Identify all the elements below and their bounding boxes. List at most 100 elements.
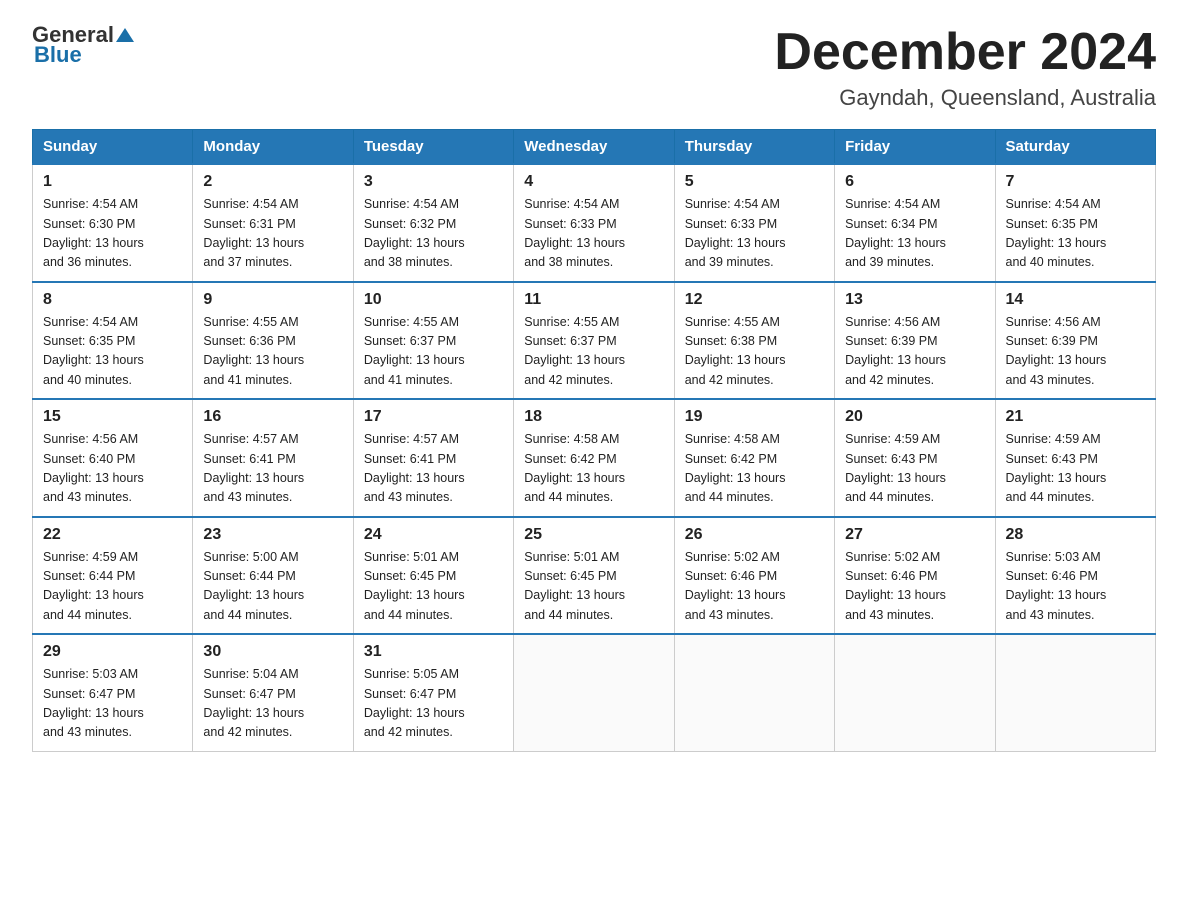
day-info: Sunrise: 4:57 AM Sunset: 6:41 PM Dayligh… xyxy=(203,430,342,508)
calendar-cell: 14 Sunrise: 4:56 AM Sunset: 6:39 PM Dayl… xyxy=(995,282,1155,400)
day-info: Sunrise: 4:54 AM Sunset: 6:35 PM Dayligh… xyxy=(1006,195,1145,273)
day-number: 22 xyxy=(43,526,182,544)
calendar-cell: 10 Sunrise: 4:55 AM Sunset: 6:37 PM Dayl… xyxy=(353,282,513,400)
day-number: 14 xyxy=(1006,291,1145,309)
calendar-cell: 1 Sunrise: 4:54 AM Sunset: 6:30 PM Dayli… xyxy=(33,164,193,282)
location-subtitle: Gayndah, Queensland, Australia xyxy=(774,85,1156,111)
day-number: 31 xyxy=(364,643,503,661)
week-row-1: 1 Sunrise: 4:54 AM Sunset: 6:30 PM Dayli… xyxy=(33,164,1156,282)
day-info: Sunrise: 5:03 AM Sunset: 6:47 PM Dayligh… xyxy=(43,665,182,743)
calendar-cell: 4 Sunrise: 4:54 AM Sunset: 6:33 PM Dayli… xyxy=(514,164,674,282)
calendar-cell: 6 Sunrise: 4:54 AM Sunset: 6:34 PM Dayli… xyxy=(835,164,995,282)
day-number: 5 xyxy=(685,173,824,191)
day-info: Sunrise: 4:55 AM Sunset: 6:37 PM Dayligh… xyxy=(524,313,663,391)
day-number: 12 xyxy=(685,291,824,309)
week-row-4: 22 Sunrise: 4:59 AM Sunset: 6:44 PM Dayl… xyxy=(33,517,1156,635)
day-number: 10 xyxy=(364,291,503,309)
logo: General Blue xyxy=(32,24,136,68)
day-number: 21 xyxy=(1006,408,1145,426)
day-info: Sunrise: 5:01 AM Sunset: 6:45 PM Dayligh… xyxy=(364,548,503,626)
day-number: 11 xyxy=(524,291,663,309)
day-number: 29 xyxy=(43,643,182,661)
day-number: 26 xyxy=(685,526,824,544)
calendar-cell: 2 Sunrise: 4:54 AM Sunset: 6:31 PM Dayli… xyxy=(193,164,353,282)
day-number: 7 xyxy=(1006,173,1145,191)
calendar-cell xyxy=(674,634,834,751)
day-header-sunday: Sunday xyxy=(33,130,193,165)
day-number: 28 xyxy=(1006,526,1145,544)
day-info: Sunrise: 4:59 AM Sunset: 6:43 PM Dayligh… xyxy=(845,430,984,508)
day-info: Sunrise: 4:54 AM Sunset: 6:33 PM Dayligh… xyxy=(685,195,824,273)
day-number: 3 xyxy=(364,173,503,191)
day-number: 19 xyxy=(685,408,824,426)
calendar-cell: 23 Sunrise: 5:00 AM Sunset: 6:44 PM Dayl… xyxy=(193,517,353,635)
calendar-cell: 25 Sunrise: 5:01 AM Sunset: 6:45 PM Dayl… xyxy=(514,517,674,635)
calendar-cell: 20 Sunrise: 4:59 AM Sunset: 6:43 PM Dayl… xyxy=(835,399,995,517)
day-number: 27 xyxy=(845,526,984,544)
day-info: Sunrise: 4:54 AM Sunset: 6:35 PM Dayligh… xyxy=(43,313,182,391)
calendar-cell: 29 Sunrise: 5:03 AM Sunset: 6:47 PM Dayl… xyxy=(33,634,193,751)
calendar-cell xyxy=(514,634,674,751)
day-info: Sunrise: 5:00 AM Sunset: 6:44 PM Dayligh… xyxy=(203,548,342,626)
day-info: Sunrise: 4:56 AM Sunset: 6:39 PM Dayligh… xyxy=(845,313,984,391)
day-info: Sunrise: 4:55 AM Sunset: 6:37 PM Dayligh… xyxy=(364,313,503,391)
day-number: 1 xyxy=(43,173,182,191)
day-info: Sunrise: 5:04 AM Sunset: 6:47 PM Dayligh… xyxy=(203,665,342,743)
logo-blue-text: Blue xyxy=(34,42,82,68)
day-number: 15 xyxy=(43,408,182,426)
day-number: 20 xyxy=(845,408,984,426)
calendar-cell: 15 Sunrise: 4:56 AM Sunset: 6:40 PM Dayl… xyxy=(33,399,193,517)
calendar-cell: 7 Sunrise: 4:54 AM Sunset: 6:35 PM Dayli… xyxy=(995,164,1155,282)
page-header: General Blue December 2024 Gayndah, Quee… xyxy=(32,24,1156,111)
day-info: Sunrise: 4:57 AM Sunset: 6:41 PM Dayligh… xyxy=(364,430,503,508)
calendar-cell: 13 Sunrise: 4:56 AM Sunset: 6:39 PM Dayl… xyxy=(835,282,995,400)
day-info: Sunrise: 4:56 AM Sunset: 6:40 PM Dayligh… xyxy=(43,430,182,508)
day-info: Sunrise: 5:03 AM Sunset: 6:46 PM Dayligh… xyxy=(1006,548,1145,626)
calendar-table: SundayMondayTuesdayWednesdayThursdayFrid… xyxy=(32,129,1156,752)
day-info: Sunrise: 4:56 AM Sunset: 6:39 PM Dayligh… xyxy=(1006,313,1145,391)
day-header-tuesday: Tuesday xyxy=(353,130,513,165)
week-row-2: 8 Sunrise: 4:54 AM Sunset: 6:35 PM Dayli… xyxy=(33,282,1156,400)
day-number: 2 xyxy=(203,173,342,191)
day-info: Sunrise: 5:02 AM Sunset: 6:46 PM Dayligh… xyxy=(845,548,984,626)
calendar-cell: 5 Sunrise: 4:54 AM Sunset: 6:33 PM Dayli… xyxy=(674,164,834,282)
calendar-cell: 31 Sunrise: 5:05 AM Sunset: 6:47 PM Dayl… xyxy=(353,634,513,751)
calendar-cell: 12 Sunrise: 4:55 AM Sunset: 6:38 PM Dayl… xyxy=(674,282,834,400)
logo-triangle-icon xyxy=(114,24,136,46)
calendar-cell: 24 Sunrise: 5:01 AM Sunset: 6:45 PM Dayl… xyxy=(353,517,513,635)
month-title: December 2024 xyxy=(774,24,1156,81)
calendar-cell: 17 Sunrise: 4:57 AM Sunset: 6:41 PM Dayl… xyxy=(353,399,513,517)
day-number: 23 xyxy=(203,526,342,544)
day-info: Sunrise: 4:54 AM Sunset: 6:34 PM Dayligh… xyxy=(845,195,984,273)
day-header-friday: Friday xyxy=(835,130,995,165)
day-info: Sunrise: 5:05 AM Sunset: 6:47 PM Dayligh… xyxy=(364,665,503,743)
calendar-cell: 30 Sunrise: 5:04 AM Sunset: 6:47 PM Dayl… xyxy=(193,634,353,751)
day-info: Sunrise: 4:59 AM Sunset: 6:43 PM Dayligh… xyxy=(1006,430,1145,508)
calendar-cell: 22 Sunrise: 4:59 AM Sunset: 6:44 PM Dayl… xyxy=(33,517,193,635)
day-number: 24 xyxy=(364,526,503,544)
day-number: 8 xyxy=(43,291,182,309)
day-info: Sunrise: 4:58 AM Sunset: 6:42 PM Dayligh… xyxy=(685,430,824,508)
day-info: Sunrise: 4:59 AM Sunset: 6:44 PM Dayligh… xyxy=(43,548,182,626)
calendar-cell: 11 Sunrise: 4:55 AM Sunset: 6:37 PM Dayl… xyxy=(514,282,674,400)
calendar-cell xyxy=(995,634,1155,751)
calendar-cell: 19 Sunrise: 4:58 AM Sunset: 6:42 PM Dayl… xyxy=(674,399,834,517)
calendar-cell: 8 Sunrise: 4:54 AM Sunset: 6:35 PM Dayli… xyxy=(33,282,193,400)
calendar-cell: 21 Sunrise: 4:59 AM Sunset: 6:43 PM Dayl… xyxy=(995,399,1155,517)
day-number: 6 xyxy=(845,173,984,191)
day-info: Sunrise: 4:54 AM Sunset: 6:32 PM Dayligh… xyxy=(364,195,503,273)
day-info: Sunrise: 5:02 AM Sunset: 6:46 PM Dayligh… xyxy=(685,548,824,626)
calendar-cell: 16 Sunrise: 4:57 AM Sunset: 6:41 PM Dayl… xyxy=(193,399,353,517)
calendar-cell: 9 Sunrise: 4:55 AM Sunset: 6:36 PM Dayli… xyxy=(193,282,353,400)
day-header-saturday: Saturday xyxy=(995,130,1155,165)
day-number: 17 xyxy=(364,408,503,426)
week-row-5: 29 Sunrise: 5:03 AM Sunset: 6:47 PM Dayl… xyxy=(33,634,1156,751)
day-number: 4 xyxy=(524,173,663,191)
day-number: 9 xyxy=(203,291,342,309)
day-number: 16 xyxy=(203,408,342,426)
day-header-monday: Monday xyxy=(193,130,353,165)
day-number: 25 xyxy=(524,526,663,544)
day-info: Sunrise: 4:55 AM Sunset: 6:36 PM Dayligh… xyxy=(203,313,342,391)
day-number: 30 xyxy=(203,643,342,661)
calendar-cell: 26 Sunrise: 5:02 AM Sunset: 6:46 PM Dayl… xyxy=(674,517,834,635)
